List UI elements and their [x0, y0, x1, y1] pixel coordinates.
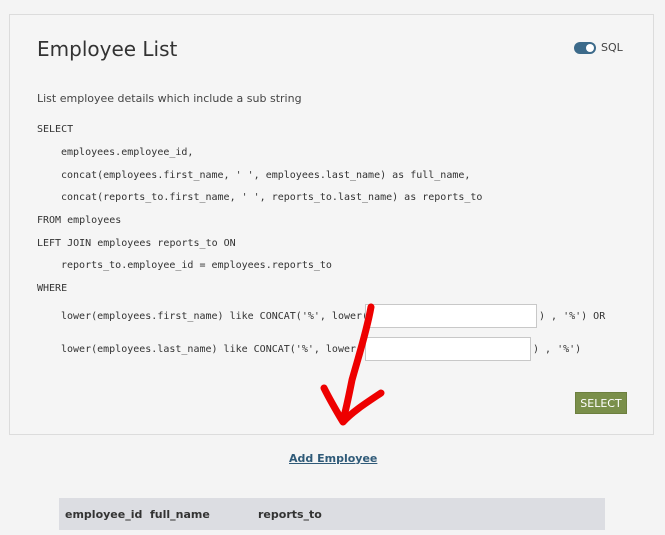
sql-toggle-label: SQL	[601, 41, 623, 54]
column-header-employee-id[interactable]: employee_id	[65, 508, 142, 521]
page-title: Employee List	[37, 37, 178, 61]
sql-line-where: WHERE	[37, 283, 68, 294]
column-header-reports-to[interactable]: reports_to	[258, 508, 322, 521]
last-name-search-input[interactable]	[365, 337, 531, 361]
where-first-prefix: lower(employees.first_name) like CONCAT(…	[61, 311, 369, 322]
select-button[interactable]: SELECT	[575, 392, 627, 414]
where-last-suffix: ) , '%')	[533, 344, 582, 355]
sql-line-from: FROM employees	[37, 215, 122, 226]
sql-line-join-condition: reports_to.employee_id = employees.repor…	[61, 260, 332, 271]
sql-toggle-switch[interactable]	[574, 41, 596, 54]
sql-line-employee-id: employees.employee_id,	[61, 147, 194, 158]
where-first-suffix: ) , '%') OR	[539, 311, 606, 322]
add-employee-link[interactable]: Add Employee	[289, 452, 377, 465]
first-name-search-input[interactable]	[365, 304, 537, 328]
where-last-prefix: lower(employees.last_name) like CONCAT('…	[61, 344, 363, 355]
query-card: Employee List SQL List employee details …	[9, 14, 654, 435]
sql-line-select: SELECT	[37, 124, 74, 135]
sql-line-reports-to: concat(reports_to.first_name, ' ', repor…	[61, 192, 483, 203]
sql-line-full-name: concat(employees.first_name, ' ', employ…	[61, 170, 471, 181]
column-header-full-name[interactable]: full_name	[150, 508, 210, 521]
sql-toggle-group[interactable]: SQL	[574, 41, 623, 54]
sql-line-left-join: LEFT JOIN employees reports_to ON	[37, 238, 236, 249]
query-description: List employee details which include a su…	[37, 92, 302, 105]
results-table-header: employee_id full_name reports_to	[59, 498, 605, 530]
